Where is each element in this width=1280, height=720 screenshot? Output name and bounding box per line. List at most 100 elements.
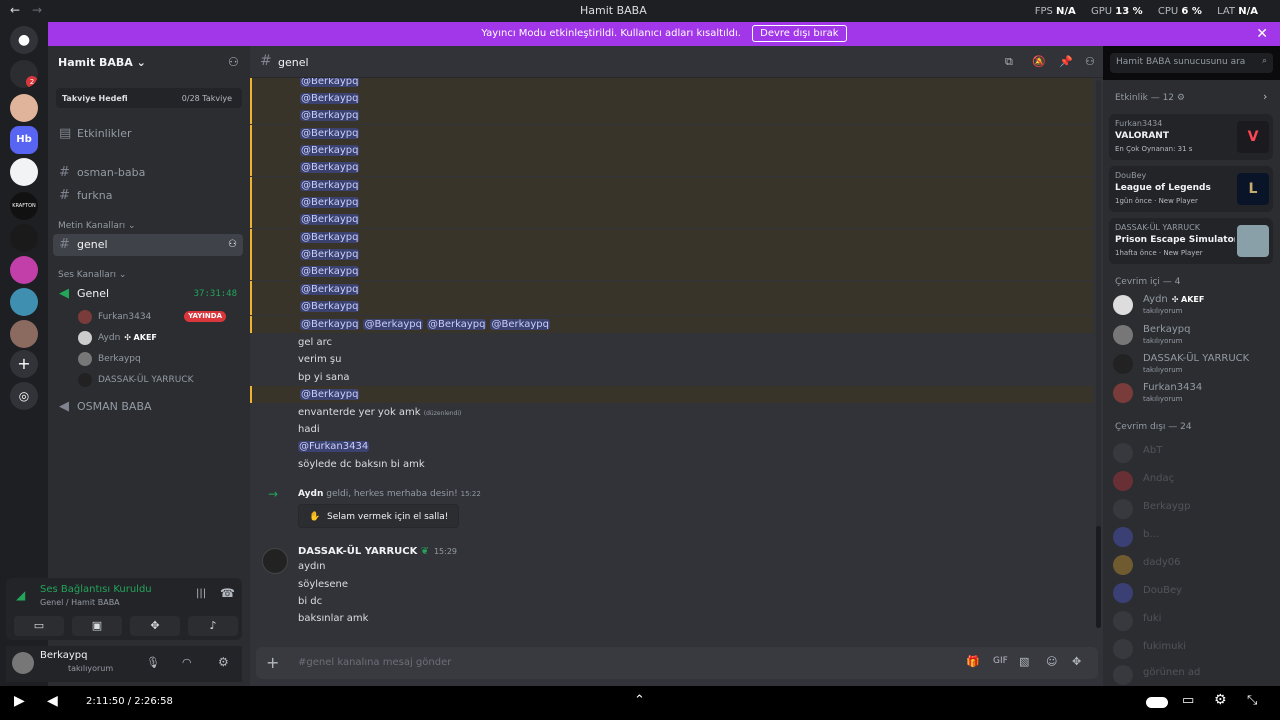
wave-button[interactable]: ✋ Selam vermek için el salla! — [298, 504, 459, 528]
user-mention[interactable]: @Berkaypq — [300, 249, 360, 260]
activity-card[interactable]: Furkan3434 VALORANT En Çok Oynanan: 31 s… — [1109, 114, 1273, 160]
member-item[interactable]: b... — [1113, 524, 1273, 552]
user-mention[interactable]: @Berkaypq — [300, 78, 360, 87]
member-item[interactable]: Berkaygp — [1113, 496, 1273, 524]
message-line[interactable]: @Berkaypq — [250, 386, 1093, 403]
user-mention[interactable]: @Berkaypq — [300, 162, 360, 173]
scrollbar-thumb[interactable] — [1096, 526, 1101, 628]
server-icon-1[interactable]: 2 — [10, 60, 38, 88]
server-icon-2[interactable] — [10, 94, 38, 122]
camera-button[interactable]: ▭ — [14, 616, 64, 636]
message-line[interactable]: @Berkaypq — [250, 78, 1093, 90]
discover-icon[interactable]: ◎ — [10, 382, 38, 410]
activities-button[interactable]: ✥ — [130, 616, 180, 636]
user-mention[interactable]: @Berkaypq — [300, 266, 360, 277]
add-member-icon[interactable]: ⚇ — [228, 55, 239, 69]
threads-icon[interactable]: ⧉ — [1005, 55, 1013, 69]
member-item[interactable]: dady06 — [1113, 552, 1273, 580]
server-icon-krafton[interactable]: KRAFTON — [10, 192, 38, 220]
forward-arrow-icon[interactable]: → — [32, 3, 42, 17]
events-item[interactable]: ▤ Etkinlikler — [53, 123, 243, 145]
microphone-icon[interactable]: 🎙 — [146, 656, 160, 669]
join-username[interactable]: Aydn — [298, 489, 323, 499]
gear-icon[interactable]: ⚙ — [1214, 692, 1227, 708]
member-item[interactable]: AbT — [1113, 440, 1273, 468]
server-icon-8[interactable] — [10, 288, 38, 316]
boost-goal[interactable]: 0/28 Takviye Takviye Hedefi — [56, 88, 242, 108]
message-line[interactable]: @Berkaypq — [250, 263, 1093, 280]
text-channels-category[interactable]: Metin Kanalları ⌄ — [58, 221, 136, 231]
voice-channel-genel[interactable]: ◀ Genel 37:31:48 — [53, 283, 243, 305]
message-line[interactable]: @Berkaypq — [250, 211, 1093, 228]
message-line[interactable]: @Berkaypq — [250, 194, 1093, 211]
signal-icon[interactable]: ◢ — [16, 588, 25, 602]
pin-icon[interactable]: 📌 — [1059, 55, 1073, 68]
channel-osman-baba[interactable]: # osman-baba — [53, 162, 243, 184]
chevron-up-icon[interactable]: ⌃ — [634, 693, 645, 708]
user-mention[interactable]: @Berkaypq — [363, 319, 423, 330]
notification-bell-icon[interactable]: 🔕 — [1032, 55, 1046, 68]
message-line[interactable]: söylede dc baksın bi amk — [250, 456, 1093, 473]
close-icon[interactable]: ✕ — [1256, 22, 1268, 46]
server-icon-4[interactable] — [10, 158, 38, 186]
message-line[interactable]: @Berkaypq — [250, 107, 1093, 124]
volume-icon[interactable]: ◀ — [47, 693, 58, 709]
user-mention[interactable]: @Berkaypq — [426, 319, 487, 330]
voice-status-title[interactable]: Ses Bağlantısı Kuruldu — [40, 584, 152, 595]
server-icon-6[interactable] — [10, 224, 38, 252]
subtitles-icon[interactable]: ▭ — [1182, 693, 1194, 708]
message-line[interactable]: @Furkan3434 — [250, 438, 1093, 455]
discord-home-icon[interactable]: ● — [10, 26, 38, 54]
activity-card[interactable]: DASSAK-ÜL YARRUCK Prison Escape Simulato… — [1109, 218, 1273, 264]
member-item[interactable]: Furkan3434 takılıyorum — [1113, 380, 1273, 408]
apps-icon[interactable]: ✥ — [1072, 655, 1081, 668]
disconnect-icon[interactable]: ☎ — [220, 586, 235, 600]
message-line[interactable]: envanterde yer yok amk (düzenlendi) — [250, 404, 1093, 421]
back-arrow-icon[interactable]: ← — [10, 3, 20, 17]
voice-user[interactable]: Aydn ✣ AKEF — [78, 329, 238, 347]
server-icon-hamit-baba[interactable]: Hb — [10, 126, 38, 154]
screenshare-button[interactable]: ▣ — [72, 616, 122, 636]
exit-fullscreen-icon[interactable]: ⤡ — [1247, 693, 1257, 708]
message-line[interactable]: aydın — [250, 558, 1093, 575]
server-icon-9[interactable] — [10, 320, 38, 348]
message-composer[interactable]: + #genel kanalına mesaj gönder 🎁 GIF ▧ ☺… — [256, 647, 1098, 679]
channel-genel[interactable]: # genel ⚇ — [53, 234, 243, 256]
avatar[interactable] — [12, 652, 34, 674]
member-item[interactable]: Andaç — [1113, 468, 1273, 496]
user-mention[interactable]: @Berkaypq — [300, 145, 360, 156]
member-item[interactable]: fuki — [1113, 608, 1273, 636]
member-item[interactable]: fukimuki — [1113, 636, 1273, 664]
member-item[interactable]: DouBey — [1113, 580, 1273, 608]
search-input[interactable]: Hamit BABA sunucusunu ara ⌕ — [1110, 53, 1273, 73]
emoji-icon[interactable]: ☺ — [1046, 655, 1057, 668]
message-author[interactable]: DASSAK-ÜL YARRUCK ❦ 15:29 — [298, 546, 457, 557]
message-line[interactable]: verim şu — [250, 351, 1093, 368]
user-mention[interactable]: @Berkaypq — [300, 197, 360, 208]
user-mention[interactable]: @Berkaypq — [300, 93, 360, 104]
user-mention[interactable]: @Berkaypq — [300, 110, 360, 121]
message-line[interactable]: hadi — [250, 421, 1093, 438]
message-line[interactable]: @Berkaypq @Berkaypq @Berkaypq @Berkaypq — [250, 316, 1093, 333]
gear-icon[interactable]: ⚙ — [218, 655, 229, 669]
author-name[interactable]: DASSAK-ÜL YARRUCK — [298, 546, 417, 557]
user-mention[interactable]: @Berkaypq — [300, 214, 360, 225]
server-name[interactable]: Hamit BABA ⌄ — [58, 56, 146, 69]
message-line[interactable]: @Berkaypq — [250, 281, 1093, 298]
message-line[interactable]: bi dc — [250, 593, 1093, 610]
message-line[interactable]: @Berkaypq — [250, 90, 1093, 107]
voice-channel-osman-baba[interactable]: ◀ OSMAN BABA — [53, 396, 243, 418]
member-item[interactable]: Berkaypq takılıyorum — [1113, 322, 1273, 350]
gift-icon[interactable]: 🎁 — [966, 655, 980, 668]
headphones-icon[interactable]: ◠ — [182, 656, 192, 669]
username[interactable]: Berkaypq — [40, 650, 87, 661]
server-icon-7[interactable] — [10, 256, 38, 284]
activity-card[interactable]: DouBey League of Legends 1gün önce · New… — [1109, 166, 1273, 212]
message-line[interactable]: bp yi sana — [250, 369, 1093, 386]
user-mention[interactable]: @Berkaypq — [490, 319, 550, 330]
member-item[interactable]: DASSAK-ÜL YARRUCK takılıyorum — [1113, 351, 1273, 379]
user-mention[interactable]: @Berkaypq — [300, 284, 360, 295]
channel-furkna[interactable]: # furkna — [53, 185, 243, 207]
add-server-icon[interactable]: + — [10, 350, 38, 378]
member-list-icon[interactable]: ⚇ — [1085, 55, 1095, 68]
